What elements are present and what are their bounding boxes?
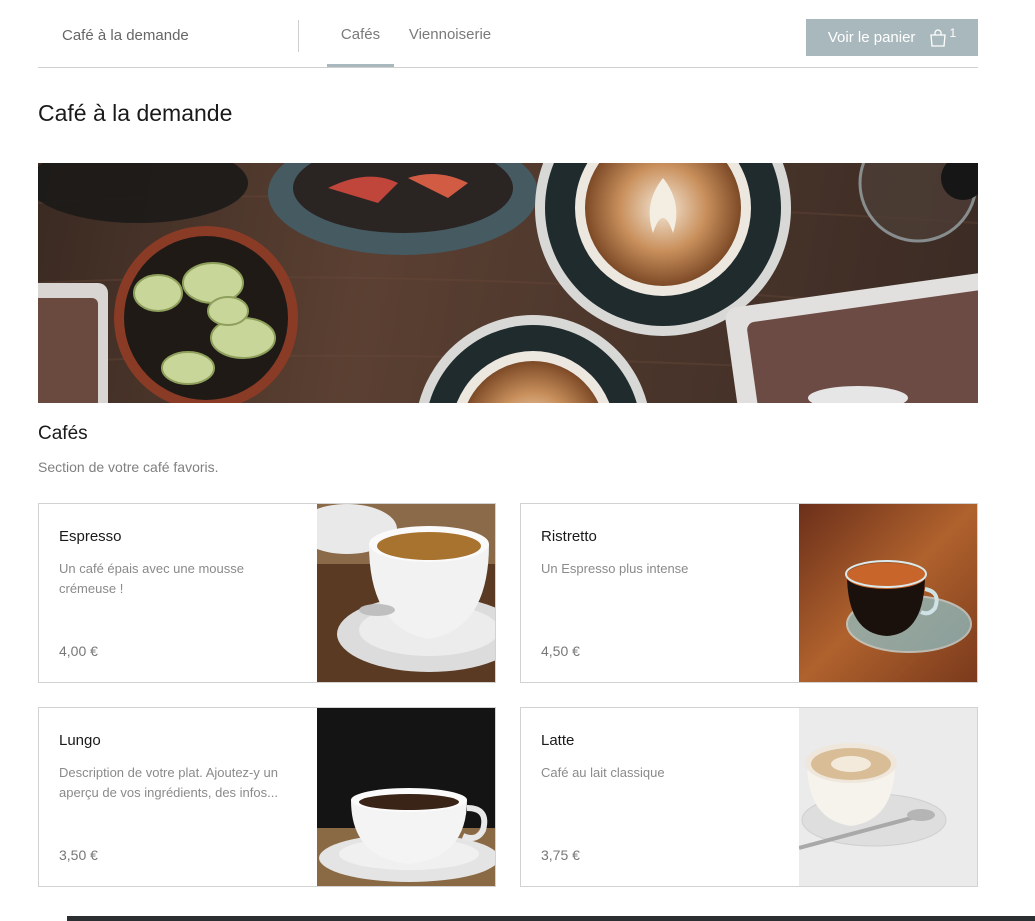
page-title: Café à la demande — [38, 100, 233, 126]
item-name: Ristretto — [541, 528, 597, 545]
view-cart-label: Voir le panier — [827, 29, 916, 46]
menu-item-lungo[interactable]: Lungo Description de votre plat. Ajoutez… — [38, 707, 496, 887]
item-price: 3,75 € — [541, 847, 580, 863]
lungo-cup-image — [317, 708, 495, 886]
item-description: Un café épais avec une mousse crémeuse ! — [59, 561, 244, 596]
item-description: Café au lait classique — [541, 765, 665, 780]
cart-count: 1 — [949, 25, 957, 40]
espresso-cup-image — [317, 504, 495, 682]
tab-cafes[interactable]: Cafés — [327, 0, 394, 67]
item-name: Latte — [541, 732, 575, 749]
nav-divider — [298, 20, 299, 52]
menu-item-espresso[interactable]: Espresso Un café épais avec une mousse c… — [38, 503, 496, 683]
menu-navigation-bar: Café à la demande Cafés Viennoiserie Voi… — [38, 0, 978, 68]
menu-page: Café à la demande Cafés Viennoiserie Voi… — [0, 0, 1035, 921]
section-title: Cafés — [38, 423, 88, 444]
cart-indicator: 1 — [929, 25, 957, 47]
coffee-table-illustration — [38, 163, 978, 403]
item-description: Un Espresso plus intense — [541, 561, 689, 576]
section-description: Section de votre café favoris. — [38, 459, 219, 475]
tab-viennoiserie[interactable]: Viennoiserie — [406, 0, 494, 66]
item-name: Lungo — [59, 732, 101, 749]
item-photo — [317, 708, 495, 886]
menu-name: Café à la demande — [62, 27, 189, 44]
item-name: Espresso — [59, 528, 122, 545]
hero-image — [38, 163, 978, 403]
item-price: 3,50 € — [59, 847, 98, 863]
bottom-partial-content — [67, 916, 1035, 921]
item-price: 4,00 € — [59, 643, 98, 659]
menu-item-latte[interactable]: Latte Café au lait classique 3,75 € — [520, 707, 978, 887]
ristretto-glass-image — [799, 504, 977, 682]
item-price: 4,50 € — [541, 643, 580, 659]
item-photo — [317, 504, 495, 682]
view-cart-button[interactable]: Voir le panier 1 — [806, 19, 978, 56]
item-description: Description de votre plat. Ajoutez-y un … — [59, 765, 278, 800]
item-photo — [799, 708, 977, 886]
menu-item-ristretto[interactable]: Ristretto Un Espresso plus intense 4,50 … — [520, 503, 978, 683]
shopping-bag-icon — [930, 28, 947, 47]
item-photo — [799, 504, 977, 682]
latte-cup-image — [799, 708, 977, 886]
